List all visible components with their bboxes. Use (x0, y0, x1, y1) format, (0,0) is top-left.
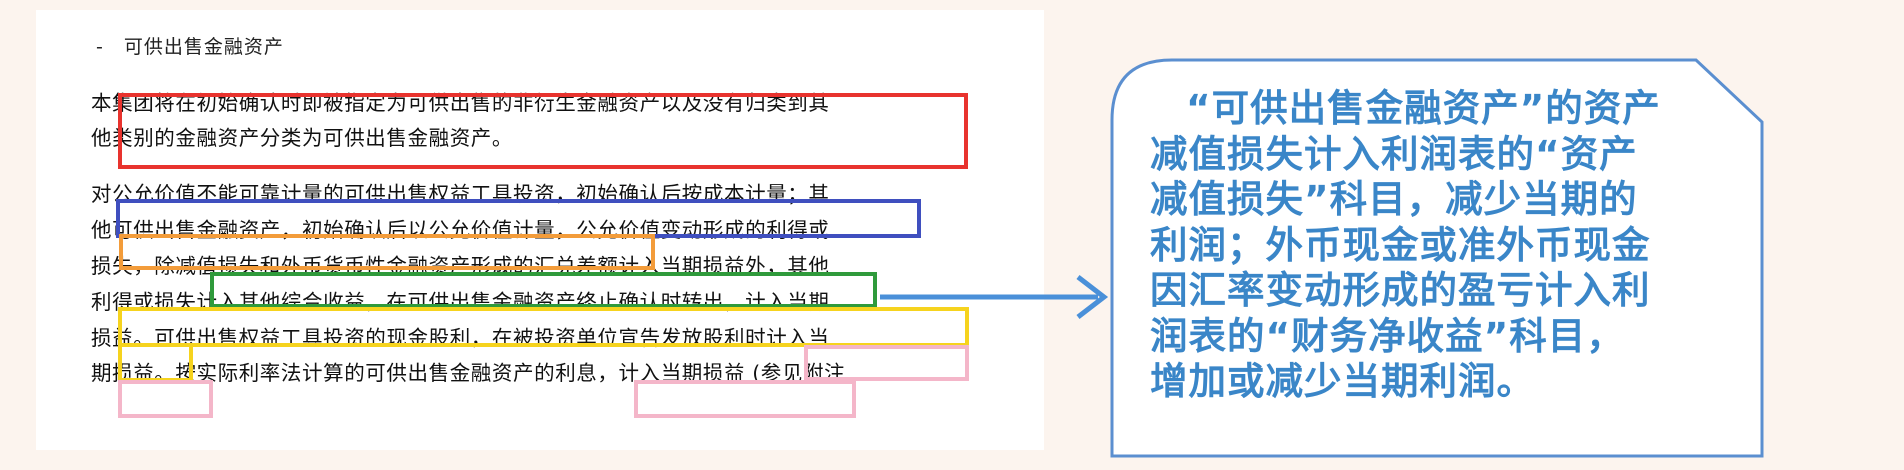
callout-line-6: 润表的“财务净收益”科目， (1150, 313, 1625, 358)
callout-line-7: 增加或减少当期利润。 (1150, 359, 1535, 403)
callout-line-4: 利润；外币现金或准外币现金 (1150, 222, 1651, 267)
callout-line-3: 减值损失”科目，减少当期的 (1150, 177, 1638, 221)
callout-line-1: “可供出售金融资产”的资产 (1186, 86, 1661, 130)
callout-text: “可供出售金融资产”的资产 减值损失计入利润表的“资产 减值损失”科目，减少当期… (1150, 86, 1720, 405)
callout-line-2: 减值损失计入利润表的“资产 (1150, 131, 1638, 176)
callout-line-5: 因汇率变动形成的盈亏计入利 (1150, 268, 1651, 312)
